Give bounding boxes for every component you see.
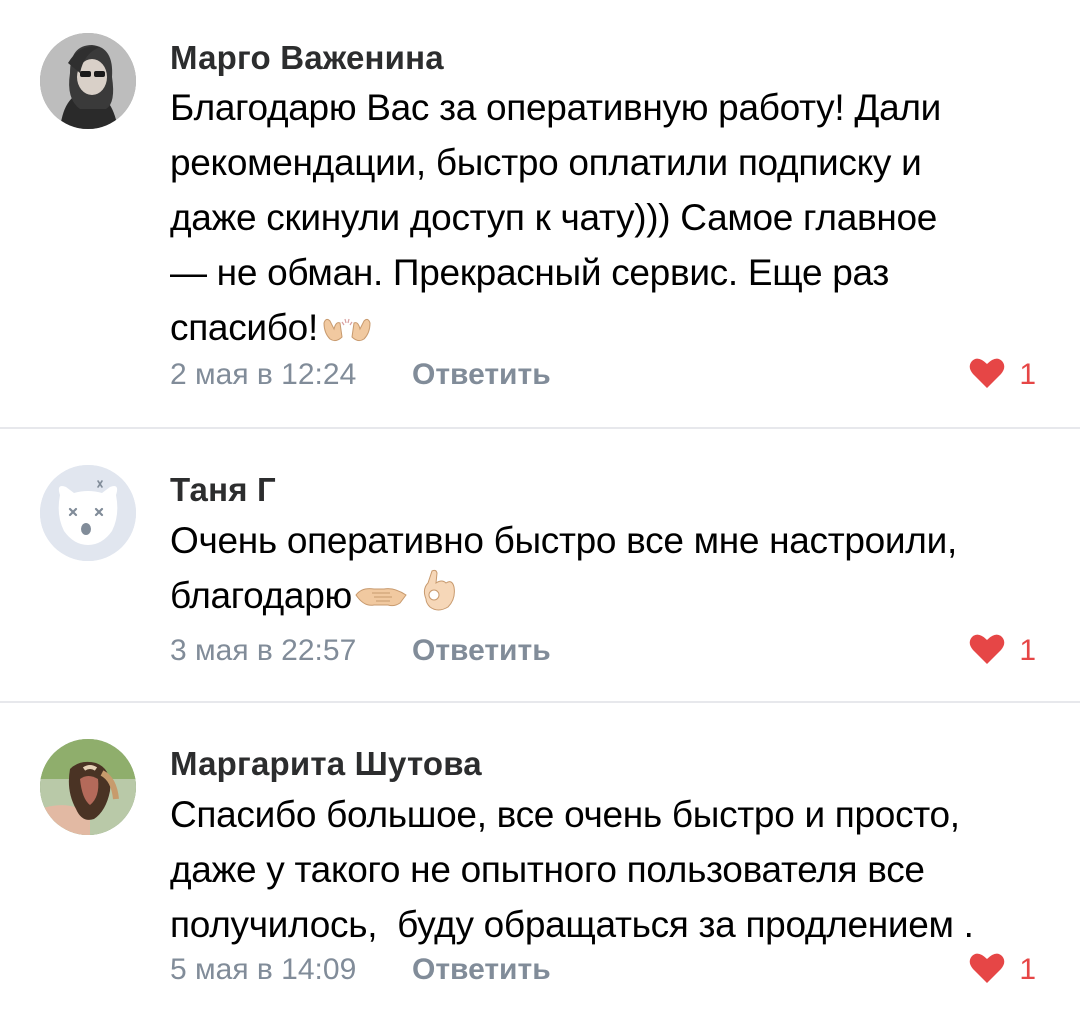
reply-button[interactable]: Ответить bbox=[412, 355, 551, 395]
avatar[interactable] bbox=[40, 33, 136, 129]
deactivated-dog-icon bbox=[40, 465, 136, 561]
like-count: 1 bbox=[1019, 953, 1036, 986]
reply-button[interactable]: Ответить bbox=[412, 631, 551, 671]
raising-hands-icon bbox=[320, 303, 374, 358]
comment-text-line: Благодарю Вас за оперативную работу! Дал… bbox=[170, 87, 942, 128]
comment-text-line: Спасибо большое, все очень быстро и прос… bbox=[170, 794, 960, 835]
like-count: 1 bbox=[1019, 634, 1036, 667]
comment-item: Маргарита Шутова Спасибо большое, все оч… bbox=[0, 702, 1080, 1017]
ok-hand-icon bbox=[418, 569, 458, 628]
author-name[interactable]: Маргарита Шутова bbox=[170, 744, 482, 784]
comment-item: Марго Важенина Благодарю Вас за оператив… bbox=[0, 0, 1080, 428]
comment-text-line: получилось, буду обращаться за продление… bbox=[170, 904, 974, 945]
comment-text-line: даже у такого не опытного пользователя в… bbox=[170, 849, 925, 890]
comment-text-fragment: спасибо! bbox=[170, 307, 318, 348]
comment-text-fragment: благодарю bbox=[170, 575, 352, 616]
comment-date: 2 мая в 12:24 bbox=[170, 358, 357, 391]
heart-icon bbox=[969, 952, 1005, 989]
reply-button[interactable]: Ответить bbox=[412, 950, 551, 990]
like-button[interactable]: 1 bbox=[969, 355, 1036, 395]
avatar[interactable] bbox=[40, 739, 136, 835]
comment-text-line: даже скинули доступ к чату))) Самое глав… bbox=[170, 197, 938, 238]
avatar[interactable] bbox=[40, 465, 136, 561]
like-button[interactable]: 1 bbox=[969, 631, 1036, 671]
dog-photo-icon bbox=[40, 739, 136, 835]
comment-text-line-last: спасибо! bbox=[170, 300, 1050, 358]
handshake-icon bbox=[354, 571, 408, 626]
comment-text-line: Очень оперативно быстро все мне настроил… bbox=[170, 520, 957, 561]
heart-icon bbox=[969, 633, 1005, 670]
like-count: 1 bbox=[1019, 358, 1036, 391]
comment-text: Спасибо большое, все очень быстро и прос… bbox=[170, 787, 1050, 952]
comment-date: 5 мая в 14:09 bbox=[170, 953, 357, 986]
user-photo-icon bbox=[40, 33, 136, 129]
comment-item: Таня Г Очень оперативно быстро все мне н… bbox=[0, 428, 1080, 702]
author-name[interactable]: Марго Важенина bbox=[170, 38, 444, 78]
like-button[interactable]: 1 bbox=[969, 950, 1036, 990]
heart-icon bbox=[969, 357, 1005, 394]
comment-date: 3 мая в 22:57 bbox=[170, 634, 357, 667]
comment-text: Благодарю Вас за оперативную работу! Дал… bbox=[170, 80, 1050, 358]
comment-text-line: — не обман. Прекрасный сервис. Еще раз bbox=[170, 252, 890, 293]
comment-text: Очень оперативно быстро все мне настроил… bbox=[170, 513, 1050, 628]
comment-text-line: рекомендации, быстро оплатили подписку и bbox=[170, 142, 922, 183]
author-name[interactable]: Таня Г bbox=[170, 470, 276, 510]
comment-text-line-last: благодарю bbox=[170, 568, 1050, 628]
